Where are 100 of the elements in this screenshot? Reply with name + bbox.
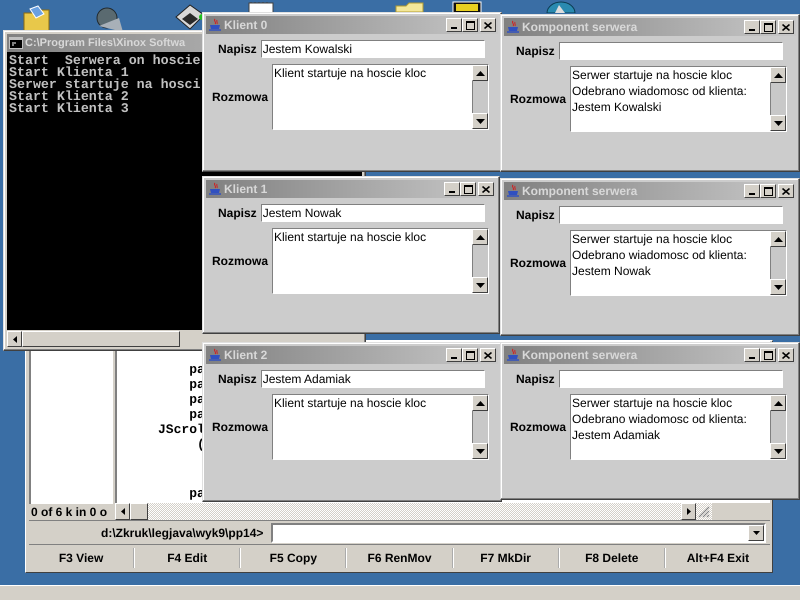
message-input[interactable] [558, 42, 783, 60]
console-icon [9, 37, 23, 49]
scroll-up-button[interactable] [472, 65, 488, 81]
cup-icon [208, 182, 222, 196]
code-line: JScrol [157, 422, 205, 437]
close-button[interactable] [480, 348, 496, 362]
close-button[interactable] [478, 182, 494, 196]
minimize-button[interactable] [744, 184, 760, 198]
maximize-icon [764, 350, 772, 360]
scroll-down-button[interactable] [472, 443, 488, 459]
window-title: Klient 2 [224, 348, 268, 362]
cup-icon [506, 20, 520, 34]
scroll-down-button[interactable] [472, 277, 488, 293]
vertical-scrollbar[interactable] [770, 67, 786, 131]
maximize-button[interactable] [462, 348, 478, 362]
down-arrow-icon [476, 118, 485, 124]
down-arrow-icon [476, 448, 485, 454]
up-arrow-icon [774, 236, 783, 242]
scroll-down-button[interactable] [770, 115, 786, 131]
message-input[interactable] [558, 370, 783, 388]
maximize-button[interactable] [760, 20, 776, 34]
scroll-right-button[interactable] [681, 503, 696, 520]
scroll-up-button[interactable] [472, 229, 488, 245]
maximize-icon [464, 184, 472, 194]
maximize-button[interactable] [462, 18, 478, 32]
down-arrow-icon [774, 120, 783, 126]
close-icon [782, 352, 790, 358]
scroll-down-button[interactable] [770, 443, 786, 459]
message-line: Jestem Nowak [572, 263, 651, 279]
minimize-button[interactable] [744, 348, 760, 362]
vertical-scrollbar[interactable] [770, 231, 786, 295]
scroll-up-button[interactable] [770, 67, 786, 83]
message-input[interactable] [558, 206, 783, 224]
minimize-button[interactable] [444, 182, 460, 196]
console-line: Start Klienta 2 [9, 91, 129, 103]
down-arrow-icon [774, 448, 783, 454]
up-arrow-icon [476, 234, 485, 240]
dropdown-button[interactable] [748, 524, 764, 540]
resize-grip-icon [698, 506, 710, 518]
up-arrow-icon [476, 400, 485, 406]
field-label: Rozmowa [510, 92, 566, 106]
scroll-left-button[interactable] [7, 331, 22, 347]
close-button[interactable] [480, 18, 496, 32]
maximize-icon [466, 20, 474, 30]
prompt-text: d:\Zkruk\legjava\wyk9\pp14> [101, 526, 264, 540]
message-input[interactable]: Jestem Adamiak [260, 370, 485, 388]
close-button[interactable] [778, 184, 794, 198]
maximize-button[interactable] [460, 182, 476, 196]
notepad-icon [248, 1, 274, 13]
window-title: Komponent serwera [522, 348, 638, 362]
command-field[interactable] [271, 522, 766, 542]
left-arrow-icon [12, 336, 16, 342]
vertical-scrollbar[interactable] [472, 65, 488, 129]
message-input[interactable]: Jestem Nowak [260, 204, 485, 222]
close-button[interactable] [778, 20, 794, 34]
scroll-thumb[interactable] [130, 503, 148, 520]
status-text: 0 of 6 k in 0 o [30, 504, 108, 520]
message-input[interactable]: Jestem Kowalski [260, 40, 485, 58]
scroll-down-button[interactable] [770, 279, 786, 295]
up-arrow-icon [476, 70, 485, 76]
message-line: Odebrano wiadomosc od klienta: [572, 247, 747, 263]
minimize-button[interactable] [744, 20, 760, 34]
field-label: Rozmowa [212, 254, 268, 268]
vertical-scrollbar[interactable] [472, 229, 488, 293]
down-arrow-icon [774, 284, 783, 290]
vertical-scrollbar[interactable] [770, 395, 786, 459]
close-icon [484, 22, 492, 28]
maximize-icon [764, 186, 772, 196]
close-icon [782, 188, 790, 194]
down-arrow-icon [476, 282, 485, 288]
horizontal-scrollbar[interactable] [115, 503, 712, 520]
cup-icon [208, 348, 222, 362]
maximize-button[interactable] [760, 348, 776, 362]
message-line: Serwer startuje na hoscie kloc [572, 231, 732, 247]
vertical-scrollbar[interactable] [472, 395, 488, 459]
field-label: Napisz [218, 206, 257, 220]
cup-icon [506, 184, 520, 198]
message-line: Klient startuje na hoscie kloc [274, 65, 426, 81]
close-button[interactable] [778, 348, 794, 362]
cup-icon [208, 18, 222, 32]
minimize-button[interactable] [446, 348, 462, 362]
maximize-button[interactable] [760, 184, 776, 198]
close-icon [482, 186, 490, 192]
right-arrow-icon [686, 508, 690, 515]
scroll-thumb[interactable] [22, 331, 180, 347]
scroll-up-button[interactable] [770, 231, 786, 247]
scroll-left-button[interactable] [115, 503, 130, 520]
window-title: Klient 0 [224, 18, 268, 32]
cup-icon [506, 348, 520, 362]
minimize-button[interactable] [446, 18, 462, 32]
field-label: Rozmowa [510, 256, 566, 270]
window-title: C:\Program Files\Xinox Softwa [25, 37, 186, 49]
message-line: Jestem Adamiak [572, 427, 660, 443]
up-arrow-icon [774, 400, 783, 406]
field-label: Rozmowa [510, 420, 566, 434]
caret-icon [752, 530, 760, 534]
scroll-up-button[interactable] [472, 395, 488, 411]
scroll-up-button[interactable] [770, 395, 786, 411]
scroll-down-button[interactable] [472, 113, 488, 129]
window-title: Komponent serwera [522, 20, 638, 34]
